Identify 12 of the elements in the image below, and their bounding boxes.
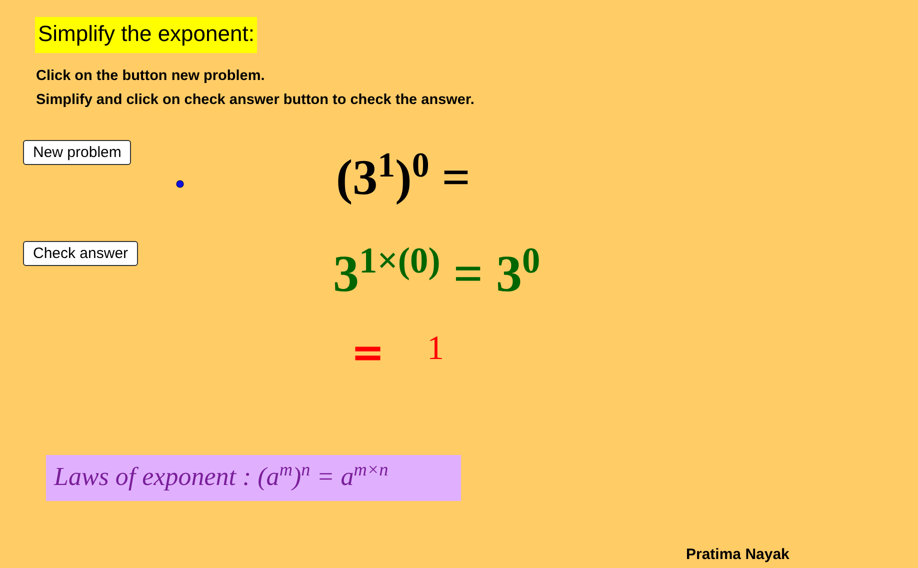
- exponent-law-label: Laws of exponent : (a$^{m}$)$^{n}$ = a$^{m×n}$: [46, 455, 461, 501]
- simplification-step: 3$^{1×(0)}$ = 3$^{0}$: [333, 240, 540, 304]
- instruction-text: Simplify and click on check answer button to check the answer.: [36, 91, 474, 110]
- new-problem-button[interactable]: New problem: [23, 140, 132, 165]
- problem-expression: (3$^{1}$)$^{0}$ =: [336, 145, 470, 206]
- point-icon: [176, 180, 184, 188]
- author-name: Pratima Nayak: [686, 546, 790, 563]
- title-label: Simplify the exponent:: [35, 17, 258, 53]
- check-answer-button[interactable]: Check answer: [23, 241, 138, 266]
- answer-value: 1: [427, 330, 444, 368]
- equals-sign: =: [351, 333, 385, 373]
- instruction-text: Click on the button new problem.: [36, 67, 266, 86]
